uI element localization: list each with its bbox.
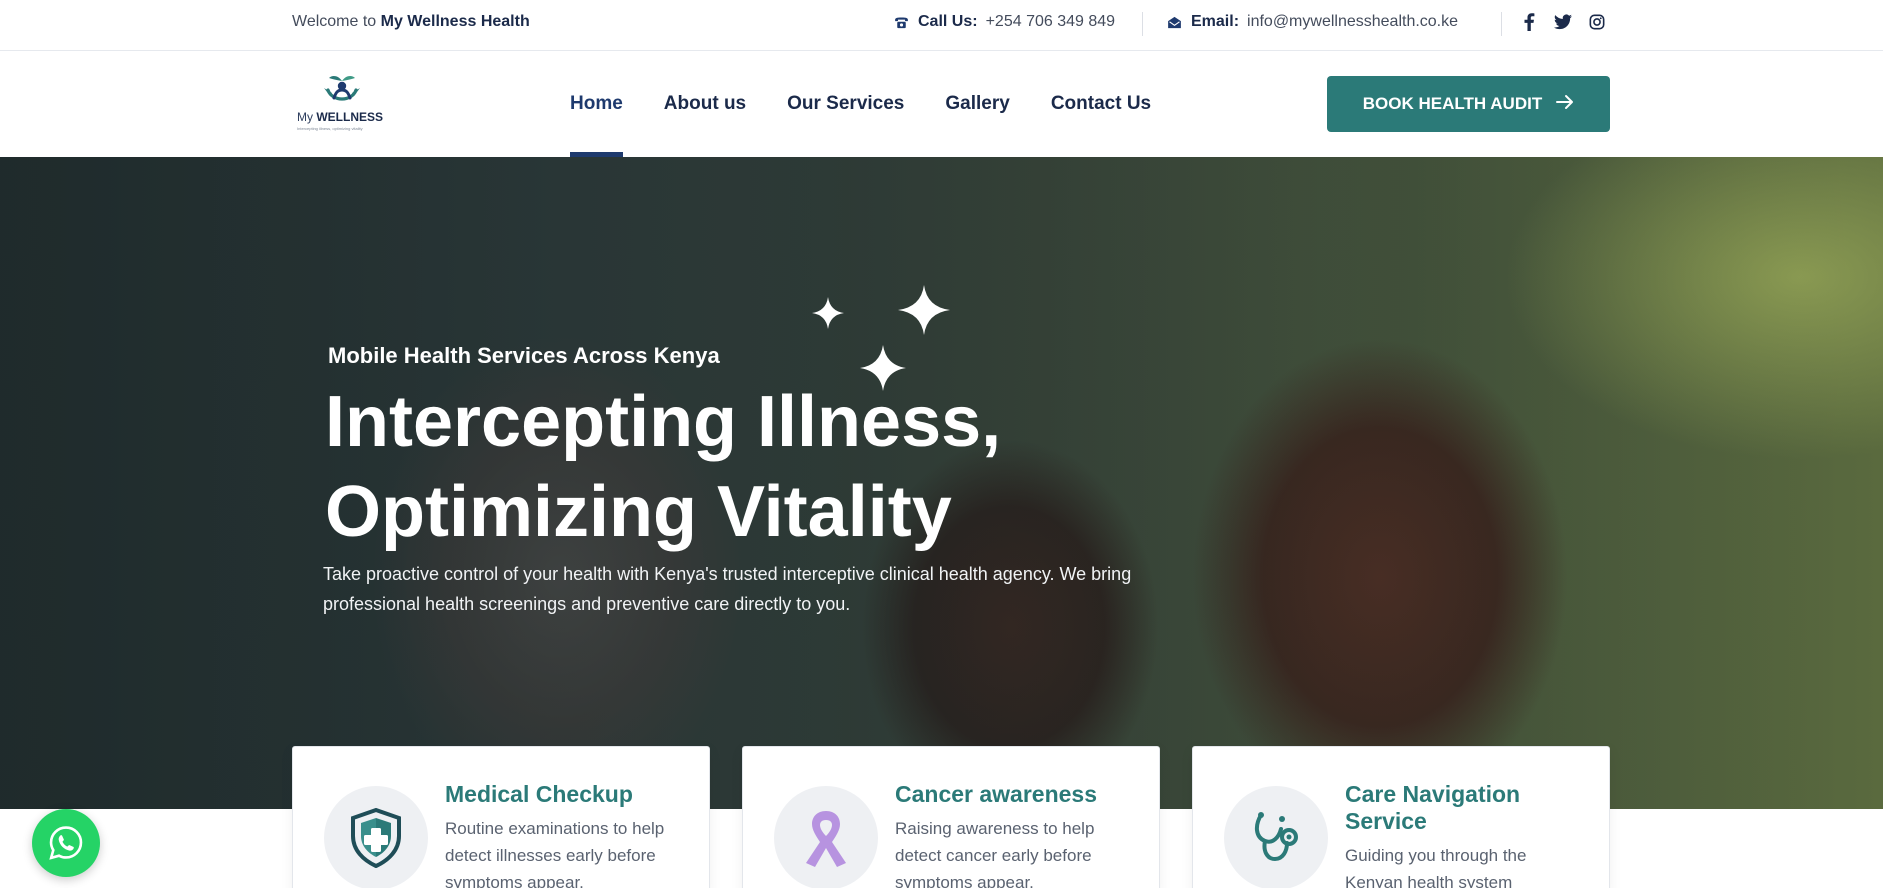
ribbon-icon [806, 811, 846, 867]
social-links [1520, 13, 1606, 31]
call-value[interactable]: +254 706 349 849 [986, 13, 1115, 31]
logo-brand-prefix: My [297, 110, 317, 124]
logo-brand-main: WELLNESS [316, 110, 384, 124]
whatsapp-icon [49, 826, 83, 860]
site-logo[interactable]: My WELLNESS Intercepting illness, optimi… [296, 72, 390, 136]
hero-title-line2: Optimizing Vitality [325, 472, 952, 552]
service-card-cancer-awareness[interactable]: Cancer awareness Raising awareness to he… [742, 746, 1160, 888]
shield-cross-icon [351, 808, 401, 868]
cta-label: BOOK HEALTH AUDIT [1362, 94, 1543, 113]
nav-about-us[interactable]: About us [664, 93, 746, 115]
hero-kicker: Mobile Health Services Across Kenya [328, 343, 720, 368]
hero-title: Intercepting Illness, Optimizing Vitalit… [325, 377, 1145, 557]
hero-banner: Mobile Health Services Across Kenya Inte… [0, 157, 1883, 809]
logo-mark-icon [324, 76, 360, 101]
top-bar: Welcome to My Wellness Health Call Us: +… [0, 0, 1883, 51]
service-title: Cancer awareness [895, 781, 1098, 807]
whatsapp-chat-button[interactable] [32, 809, 100, 877]
nav-gallery[interactable]: Gallery [945, 93, 1009, 115]
logo-brand: My WELLNESS [297, 110, 383, 124]
service-icon-circle [774, 786, 878, 888]
nav-our-services[interactable]: Our Services [787, 93, 904, 115]
service-text: Guiding you through the Kenyan health sy… [1345, 846, 1527, 888]
main-header: My WELLNESS Intercepting illness, optimi… [0, 52, 1883, 157]
stethoscope-icon [1254, 812, 1298, 862]
call-label: Call Us: [918, 13, 978, 30]
main-navigation: Home About us Our Services Gallery Conta… [570, 93, 1192, 157]
book-health-audit-button[interactable]: BOOK HEALTH AUDIT [1327, 76, 1610, 132]
call-contact[interactable]: Call Us: +254 706 349 849 [893, 13, 1115, 31]
email-contact[interactable]: Email: info@mywellnesshealth.co.ke [1166, 13, 1458, 31]
service-text: Raising awareness to help detect cancer … [895, 819, 1095, 888]
service-icon-circle [324, 786, 428, 888]
divider [1501, 12, 1502, 36]
nav-home[interactable]: Home [570, 93, 623, 157]
email-value[interactable]: info@mywellnesshealth.co.ke [1247, 13, 1458, 31]
service-text: Routine examinations to help detect illn… [445, 819, 665, 888]
nav-contact-us[interactable]: Contact Us [1051, 93, 1151, 115]
email-label: Email: [1191, 13, 1240, 30]
arrow-right-icon [1556, 94, 1574, 115]
hero-description: Take proactive control of your health wi… [323, 564, 1132, 614]
instagram-icon[interactable] [1588, 13, 1606, 31]
service-title: Medical Checkup [445, 781, 633, 807]
service-icon-circle [1224, 786, 1328, 888]
service-title: Care Navigation Service [1345, 781, 1521, 834]
divider [1142, 12, 1143, 36]
phone-icon [893, 14, 910, 31]
hero-title-line1: Intercepting Illness, [325, 382, 1002, 462]
logo-tagline: Intercepting illness, optimizing vitalit… [297, 126, 363, 131]
welcome-text: Welcome to My Wellness Health [292, 13, 530, 31]
twitter-icon[interactable] [1554, 13, 1572, 31]
service-card-care-navigation[interactable]: Care Navigation Service Guiding you thro… [1192, 746, 1610, 888]
welcome-brand: My Wellness Health [380, 13, 530, 30]
facebook-icon[interactable] [1520, 13, 1538, 31]
envelope-icon [1166, 14, 1183, 31]
welcome-prefix: Welcome to [292, 13, 381, 30]
service-card-medical-checkup[interactable]: Medical Checkup Routine examinations to … [292, 746, 710, 888]
